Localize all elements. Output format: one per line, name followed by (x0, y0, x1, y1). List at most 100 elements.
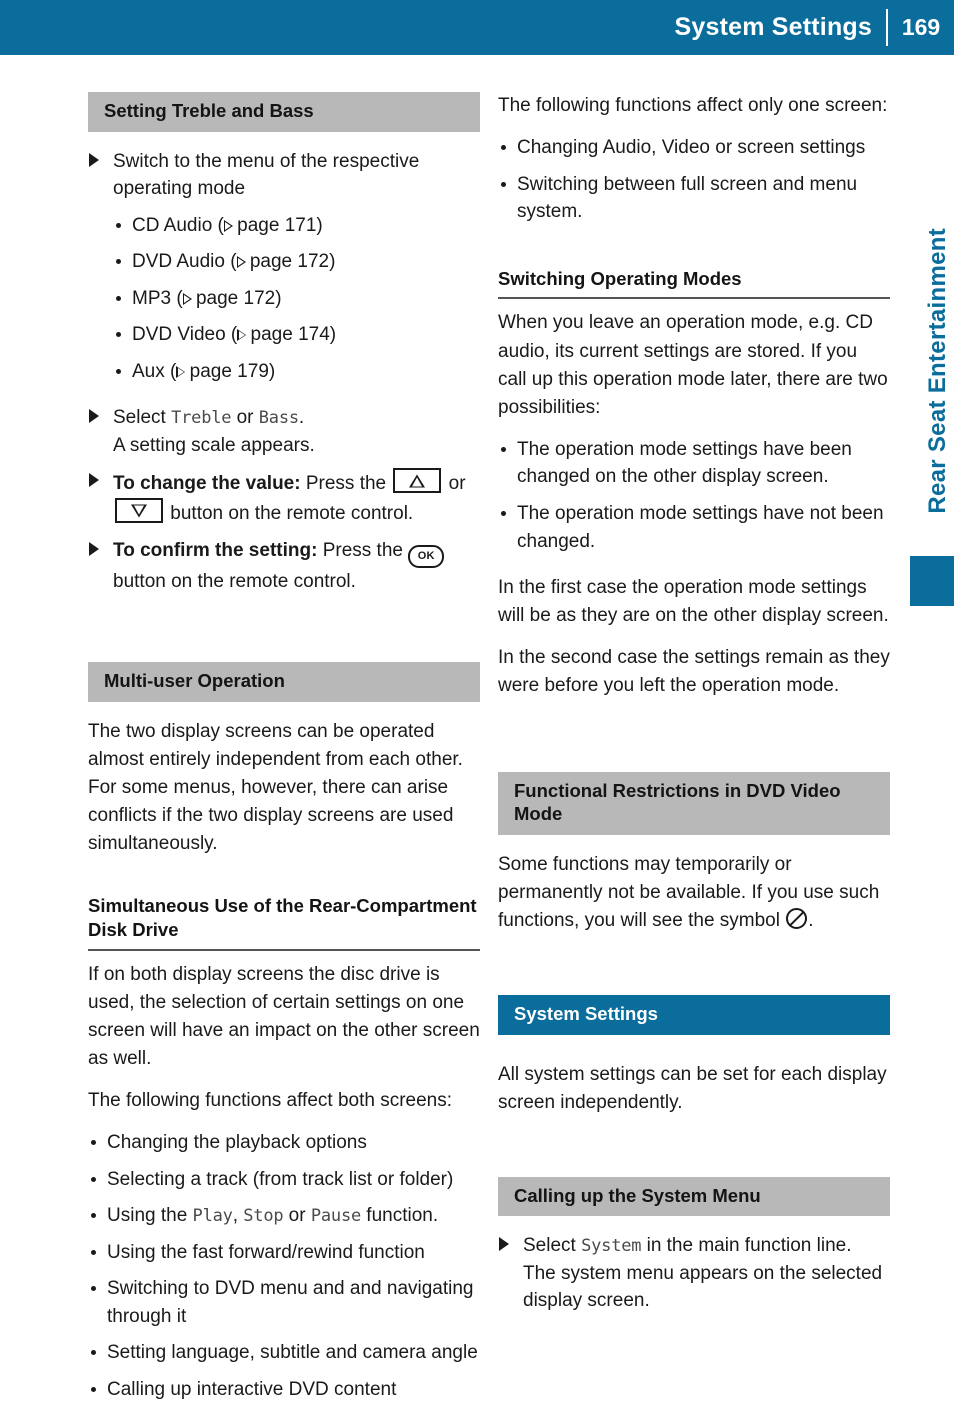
list-item-label: Switching between full screen and menu s… (517, 173, 858, 223)
list-item-label: Using the fast forward/rewind function (107, 1241, 425, 1263)
list-item-settings-not-changed: The operation mode settings have not bee… (498, 500, 890, 555)
heading-calling-up-system-menu: Calling up the System Menu (498, 1176, 890, 1217)
ui-term-stop: Stop (243, 1206, 284, 1227)
step-arrow-icon (89, 409, 99, 424)
cross-reference-icon (223, 219, 233, 232)
right-column: The following functions affect only one … (498, 92, 890, 1324)
cross-reference-text: page 179) (184, 360, 276, 382)
list-item-language-subtitle-camera: Setting language, subtitle and camera an… (88, 1339, 480, 1367)
bullet-dot-icon (501, 145, 506, 151)
cross-reference-text: page 174) (245, 324, 337, 346)
remote-ok-button-icon: OK (408, 544, 445, 568)
list-item-label: The operation mode settings have been ch… (517, 438, 852, 488)
cross-reference-text: page 171) (231, 214, 323, 236)
bullet-dot-icon (91, 1176, 96, 1182)
ui-term-pause: Pause (310, 1206, 362, 1227)
step-arrow-icon (499, 1237, 509, 1252)
list-item-playback-options: Changing the playback options (88, 1129, 480, 1157)
list-item-label: Selecting a track (from track list or fo… (107, 1168, 454, 1190)
step-mid: or (231, 407, 259, 429)
step-tail: . (298, 407, 305, 429)
paragraph-system-settings-intro: All system settings can be set for each … (498, 1063, 887, 1113)
bullet-dot-icon (501, 510, 506, 516)
list-item-lead: Using the (107, 1205, 193, 1227)
paragraph-leave-operation-mode: When you leave an operation mode, e.g. C… (498, 312, 888, 418)
heading-setting-treble-and-bass: Setting Treble and Bass (88, 92, 480, 132)
prohibition-symbol-icon (786, 907, 808, 929)
bullet-dot-icon (91, 1249, 96, 1255)
bullet-dot-icon (116, 332, 121, 338)
list-item-dvd-audio: DVD Audio ( page 172) (113, 248, 480, 276)
list-item-tail: function. (361, 1205, 439, 1227)
step-text-1: Press the (317, 539, 409, 561)
left-column: Setting Treble and Bass Switch to the me… (88, 92, 480, 1413)
step-select-system: Select System in the main function line.… (498, 1232, 890, 1315)
list-item-dvd-menu-navigation: Switching to DVD menu and and navigating… (88, 1275, 480, 1330)
list-item-switching-full-screen: Switching between full screen and menu s… (498, 171, 890, 226)
list-item-fast-forward-rewind: Using the fast forward/rewind function (88, 1239, 480, 1267)
cross-reference-text: page 172) (190, 287, 282, 309)
cross-reference-text: page 172) (244, 251, 336, 273)
step-lead: Select (113, 407, 172, 429)
step-text-1: Press the (300, 473, 392, 495)
bullet-dot-icon (116, 368, 121, 374)
paragraph-functions-both-screens: The following functions affect both scre… (88, 1090, 453, 1112)
heading-functional-restrictions: Functional Restrictions in DVD Video Mod… (498, 772, 890, 835)
step-second-line: A setting scale appears. (113, 434, 315, 456)
list-item-label: Switching to DVD menu and and navigating… (107, 1278, 474, 1327)
step-tail: in the main function line. (641, 1235, 852, 1257)
step-confirm-the-setting: To confirm the setting: Press the OK but… (88, 537, 480, 596)
step-select-treble-or-bass: Select Treble or Bass. A setting scale a… (88, 404, 480, 459)
ui-term-bass: Bass (258, 408, 299, 429)
bullet-dot-icon (91, 1286, 96, 1292)
remote-down-button-icon (115, 498, 163, 524)
ui-term-system: System (581, 1236, 642, 1257)
step-second-line: The system menu appears on the selected … (523, 1262, 883, 1312)
cross-reference-icon (182, 292, 192, 305)
page-title: System Settings (674, 13, 872, 41)
list-item-selecting-track: Selecting a track (from track list or fo… (88, 1166, 480, 1194)
list-item-label: Setting language, subtitle and camera an… (107, 1342, 478, 1364)
page-body: Setting Treble and Bass Switch to the me… (0, 92, 954, 1400)
list-item-label: MP3 ( (132, 287, 183, 309)
list-item-cd-audio: CD Audio ( page 171) (113, 212, 480, 240)
page-number: 169 (901, 14, 941, 40)
list-item-aux: Aux ( page 179) (113, 358, 480, 386)
step-text: Switch to the menu of the respective ope… (113, 150, 420, 200)
list-item-dvd-video: DVD Video ( page 174) (113, 321, 480, 349)
heading-system-settings: System Settings (498, 994, 890, 1035)
bullet-dot-icon (501, 446, 506, 452)
step-text-3: button on the remote control. (165, 503, 414, 525)
subheading-simultaneous-use: Simultaneous Use of the Rear-Compartment… (88, 894, 480, 951)
cross-reference-icon (176, 365, 186, 378)
step-text-2: or (443, 473, 466, 495)
list-item-label: Changing Audio, Video or screen settings (517, 137, 866, 159)
step-lead: Select (523, 1235, 582, 1257)
ui-term-play: Play (192, 1206, 233, 1227)
remote-up-button-icon (393, 468, 442, 494)
list-item-label: CD Audio ( (132, 214, 224, 236)
paragraph-multiuser-intro: The two display screens can be operated … (88, 720, 463, 855)
paragraph-first-case: In the first case the operation mode set… (498, 577, 889, 627)
list-item-label: Aux ( (132, 360, 177, 382)
bullet-dot-icon (91, 1213, 96, 1219)
list-item-label: DVD Audio ( (132, 251, 237, 273)
ui-term-treble: Treble (171, 408, 232, 429)
bullet-dot-icon (116, 259, 121, 265)
list-item-play-stop-pause: Using the Play, Stop or Pause function. (88, 1202, 480, 1230)
paragraph-text: Some functions may temporarily or perman… (498, 853, 880, 931)
bullet-dot-icon (91, 1350, 96, 1356)
bullet-dot-icon (91, 1386, 96, 1392)
step-switch-to-menu: Switch to the menu of the respective ope… (88, 148, 480, 203)
step-arrow-icon (89, 473, 99, 488)
